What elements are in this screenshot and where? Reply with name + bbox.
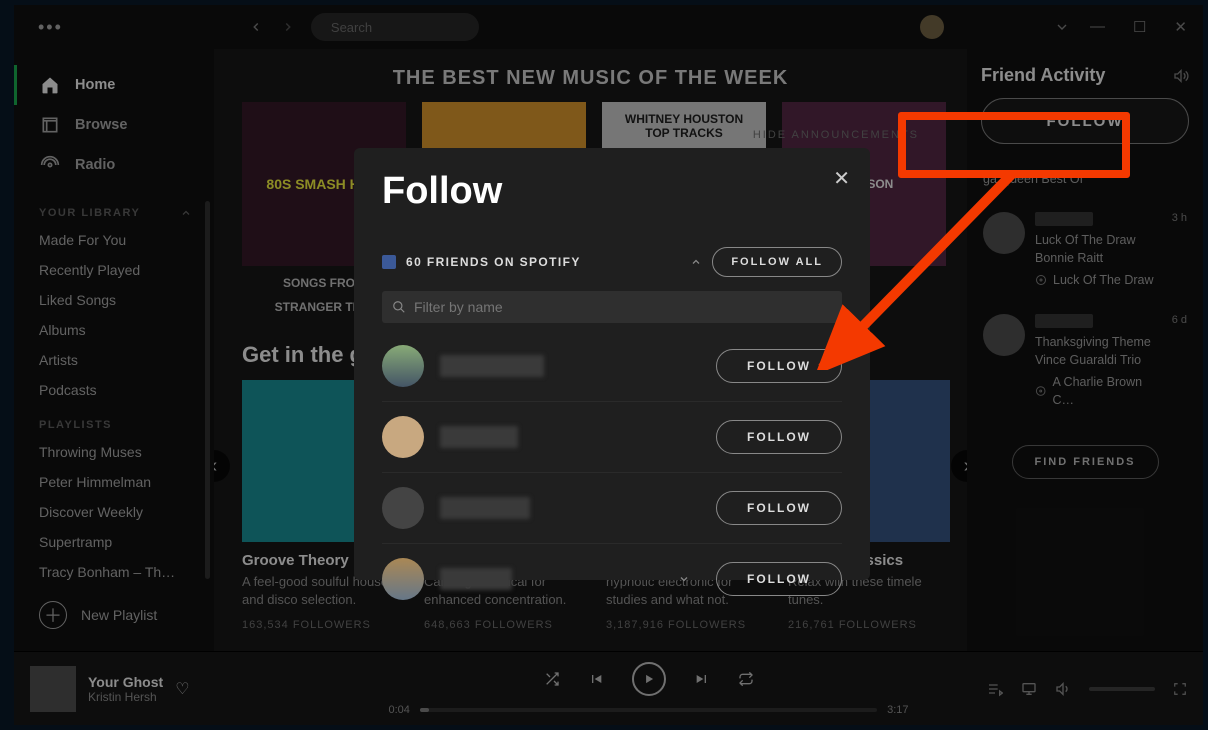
- friend-name-redacted: [440, 497, 530, 519]
- follow-modal: ✕ Follow 60 FRIENDS ON SPOTIFY FOLLOW AL…: [354, 148, 870, 580]
- follow-button[interactable]: FOLLOW: [716, 420, 842, 454]
- follow-button[interactable]: FOLLOW: [716, 562, 842, 596]
- facebook-icon: [382, 255, 396, 269]
- friend-name-redacted: [440, 355, 544, 377]
- friend-row: FOLLOW: [382, 331, 842, 402]
- scroll-down-icon[interactable]: [678, 573, 690, 585]
- friend-row: FOLLOW: [382, 402, 842, 473]
- follow-button[interactable]: FOLLOW: [716, 349, 842, 383]
- friend-name-redacted: [440, 426, 518, 448]
- search-icon: [392, 300, 406, 314]
- follow-button[interactable]: FOLLOW: [716, 491, 842, 525]
- scroll-up-icon[interactable]: [690, 256, 702, 268]
- friend-avatar: [382, 345, 424, 387]
- friend-name-redacted: [440, 568, 512, 590]
- friend-avatar: [382, 487, 424, 529]
- friend-avatar: [382, 558, 424, 600]
- modal-title: Follow: [382, 170, 842, 213]
- friend-row: FOLLOW: [382, 473, 842, 544]
- friend-row: FOLLOW: [382, 544, 842, 614]
- filter-field[interactable]: [382, 291, 842, 323]
- close-button[interactable]: ✕: [833, 166, 850, 191]
- filter-input[interactable]: [414, 299, 832, 315]
- friends-count: 60 FRIENDS ON SPOTIFY: [382, 255, 581, 269]
- friend-avatar: [382, 416, 424, 458]
- follow-all-button[interactable]: FOLLOW ALL: [712, 247, 842, 277]
